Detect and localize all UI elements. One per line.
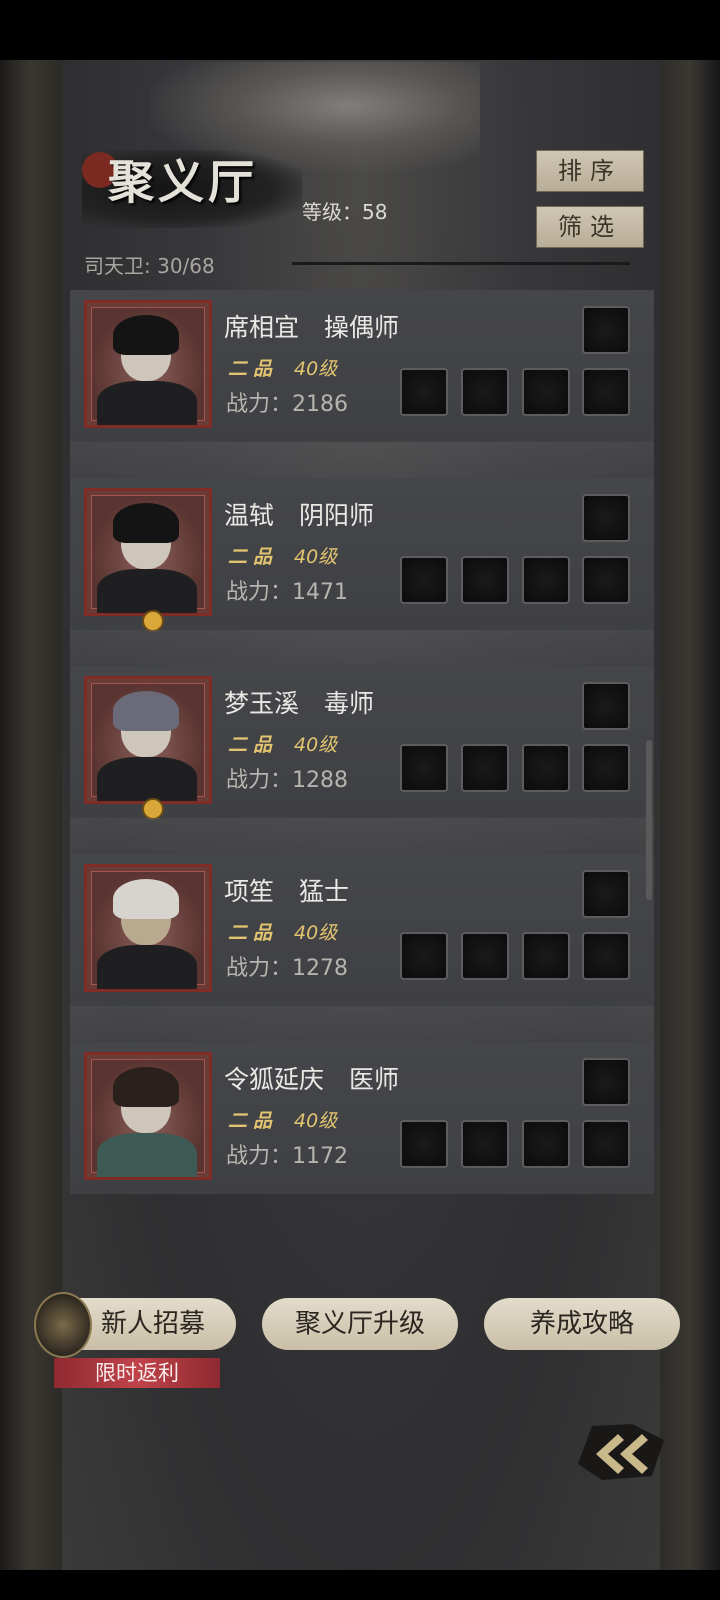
equipment-slot[interactable] [461, 932, 509, 980]
hero-card[interactable]: 项笙 猛士 二品 40级 战力：1278 [70, 854, 654, 1006]
equipment-slot[interactable] [582, 306, 630, 354]
hero-level: 40级 [294, 358, 338, 380]
card-separator [70, 818, 654, 856]
card-separator [70, 1006, 654, 1044]
equipment-slot[interactable] [461, 556, 509, 604]
equipment-slot[interactable] [522, 1120, 570, 1168]
hero-power: 战力：1471 [226, 580, 348, 605]
hero-rank: 二品 [228, 1110, 279, 1132]
card-separator [70, 630, 654, 668]
equipment-slot[interactable] [582, 682, 630, 730]
equipment-slot[interactable] [582, 1120, 630, 1168]
double-chevron-left-icon[interactable] [572, 1420, 668, 1484]
equipment-slot[interactable] [400, 1120, 448, 1168]
equipment-slot[interactable] [582, 870, 630, 918]
recruit-token-icon[interactable] [34, 1292, 92, 1358]
hero-portrait [84, 676, 212, 804]
hero-power: 战力：2186 [226, 392, 348, 417]
limited-rebate-badge[interactable]: 限时返利 [54, 1358, 220, 1388]
equipment-slot[interactable] [461, 368, 509, 416]
hero-portrait [84, 300, 212, 428]
hero-card[interactable]: 令狐延庆 医师 二品 40级 战力：1172 [70, 1042, 654, 1194]
hero-rank: 二品 [228, 358, 279, 380]
navigation-bar [0, 1570, 720, 1600]
header-divider [292, 262, 630, 265]
equipment-slot[interactable] [461, 744, 509, 792]
equipment-slot[interactable] [582, 932, 630, 980]
equipment-slot[interactable] [522, 932, 570, 980]
equipment-slot[interactable] [522, 368, 570, 416]
hero-card[interactable]: 温轼 阴阳师 二品 40级 战力：1471 [70, 478, 654, 632]
hero-rank: 二品 [228, 546, 279, 568]
equipment-slot[interactable] [400, 368, 448, 416]
card-separator [70, 442, 654, 480]
equipment-slot[interactable] [582, 1058, 630, 1106]
awaken-emblem-icon [142, 610, 164, 632]
hero-name: 梦玉溪 毒师 [224, 689, 375, 718]
equipment-slot[interactable] [522, 556, 570, 604]
hero-level: 40级 [294, 734, 338, 756]
equipment-slot[interactable] [522, 744, 570, 792]
hero-name: 项笙 猛士 [224, 877, 350, 906]
list-scrollbar[interactable] [646, 740, 652, 900]
equipment-slot[interactable] [582, 556, 630, 604]
status-bar [0, 0, 720, 60]
training-guide-button[interactable]: 养成攻略 [484, 1298, 680, 1350]
filter-button[interactable]: 筛选 [536, 206, 644, 248]
hero-card[interactable]: 梦玉溪 毒师 二品 40级 战力：1288 [70, 666, 654, 820]
hero-name: 席相宜 操偶师 [224, 313, 400, 342]
hero-portrait [84, 864, 212, 992]
equipment-slot[interactable] [400, 744, 448, 792]
hall-level: 等级：58 [302, 200, 388, 224]
equipment-slot[interactable] [582, 744, 630, 792]
hero-level: 40级 [294, 922, 338, 944]
page-title: 聚义厅 [108, 155, 258, 209]
hero-rank: 二品 [228, 922, 279, 944]
equipment-slot[interactable] [400, 556, 448, 604]
hero-card[interactable]: 席相宜 操偶师 二品 40级 战力：2186 [70, 290, 654, 442]
hero-rank: 二品 [228, 734, 279, 756]
equipment-slot[interactable] [582, 494, 630, 542]
hero-name: 令狐延庆 医师 [224, 1065, 400, 1094]
hero-power: 战力：1278 [226, 956, 348, 981]
hero-portrait [84, 488, 212, 616]
sort-button[interactable]: 排序 [536, 150, 644, 192]
hero-level: 40级 [294, 1110, 338, 1132]
equipment-slot[interactable] [400, 932, 448, 980]
hero-power: 战力：1172 [226, 1144, 348, 1169]
guard-count: 司天卫: 30/68 [84, 254, 215, 278]
equipment-slot[interactable] [582, 368, 630, 416]
equipment-slot[interactable] [461, 1120, 509, 1168]
hero-portrait [84, 1052, 212, 1180]
hero-power: 战力：1288 [226, 768, 348, 793]
hero-name: 温轼 阴阳师 [224, 501, 375, 530]
hero-level: 40级 [294, 546, 338, 568]
awaken-emblem-icon [142, 798, 164, 820]
hall-upgrade-button[interactable]: 聚义厅升级 [262, 1298, 458, 1350]
